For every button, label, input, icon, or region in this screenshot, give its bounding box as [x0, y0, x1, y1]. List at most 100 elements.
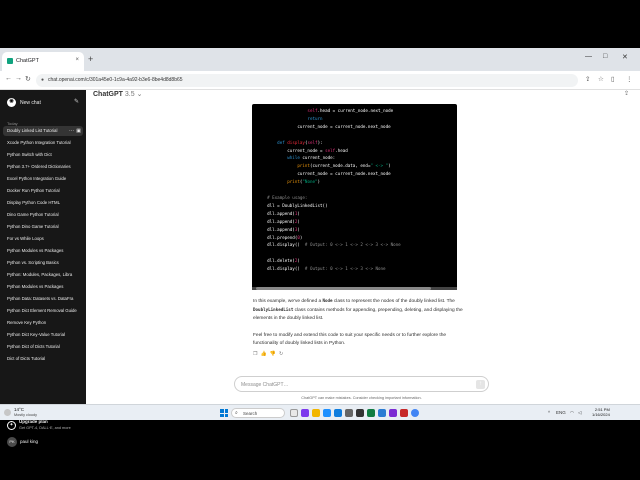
vscode-icon[interactable] — [378, 409, 386, 417]
taskview-icon[interactable] — [290, 409, 298, 417]
edge-icon[interactable] — [334, 409, 342, 417]
sidebar-history-item[interactable]: Python Dict Element Removal Guide — [3, 306, 83, 316]
sidebar-history-item[interactable]: Display Python Code HTML — [3, 198, 83, 208]
sidebar-history-item[interactable]: Python vs. Scripting Basics — [3, 258, 83, 268]
app-icon-9[interactable] — [389, 409, 397, 417]
sidebar-history-item[interactable]: Xcode Python Integration Tutorial — [3, 138, 83, 148]
history-item-label: Docker Run Python Tutorial — [7, 188, 60, 193]
clock[interactable]: 2:51 PM 1/16/2024 — [592, 407, 610, 417]
history-item-label: Python Dict Element Removal Guide — [7, 308, 77, 313]
browser-tab[interactable]: ChatGPT × — [2, 52, 84, 71]
bookmark-star-icon[interactable]: ☆ — [598, 75, 604, 83]
language-indicator[interactable]: ENG — [556, 410, 566, 415]
sidebar-history-item[interactable]: For vs While Loops — [3, 234, 83, 244]
message-input[interactable]: Message ChatGPT… — [241, 382, 289, 388]
history-item-label: Python Dict Key-Value Tutorial — [7, 332, 65, 337]
back-icon[interactable]: ← — [5, 75, 12, 82]
sidebar-history-item[interactable]: Python Modules vs Packages — [3, 282, 83, 292]
sidebar-history-item[interactable]: Python Dict of Dicts Tutorial — [3, 342, 83, 352]
code-text: self.head = current_node.next_node retur… — [267, 108, 401, 272]
sidebar-history-item[interactable]: Python Modules vs Packages — [3, 246, 83, 256]
windows-start-icon[interactable] — [220, 409, 228, 417]
maximize-icon[interactable]: □ — [603, 53, 607, 60]
sidebar-history-item[interactable]: Doubly Linked List Tutorial ··· ▣ — [3, 126, 83, 136]
sidebar-history-item[interactable]: Python Dict Key-Value Tutorial — [3, 330, 83, 340]
model-version: 3.5 — [124, 91, 135, 98]
sidebar-history-item[interactable]: Python Data: Datasets vs. DataFra — [3, 294, 83, 304]
upgrade-subtitle: Get GPT-4, DALL·E, and more — [19, 426, 71, 430]
weather-temp: 14°C — [14, 407, 25, 412]
more-options-icon[interactable]: ··· — [69, 126, 74, 136]
send-button[interactable]: ↑ — [476, 380, 485, 389]
sidebar-history-item[interactable]: Python 3.7+ Ordered Dictionaries — [3, 162, 83, 172]
wifi-icon[interactable]: ◠ — [570, 410, 574, 416]
sidebar-history-item[interactable]: Dict of Dicts Tutorial — [3, 354, 83, 364]
history-item-label: Remove Key Python — [7, 320, 47, 325]
tab-close-icon[interactable]: × — [75, 57, 79, 63]
edit-icon[interactable]: ✎ — [74, 98, 79, 105]
sidebar-history-item[interactable]: Docker Run Python Tutorial — [3, 186, 83, 196]
close-window-icon[interactable]: ✕ — [622, 53, 628, 61]
menu-kebab-icon[interactable]: ⋮ — [626, 75, 633, 83]
user-menu[interactable]: PK paul king — [4, 435, 82, 449]
lock-icon: ● — [41, 77, 45, 83]
para1-text-a: In this example, we've defined a — [253, 299, 323, 304]
minimize-icon[interactable]: — — [585, 53, 592, 60]
chrome-icon[interactable] — [411, 409, 419, 417]
history-item-label: Python Modules vs Packages — [7, 248, 64, 253]
volume-icon[interactable]: ◁ — [578, 410, 581, 416]
scrollbar-thumb[interactable] — [256, 287, 431, 290]
new-tab-button[interactable]: + — [88, 54, 93, 64]
file-explorer-icon[interactable] — [312, 409, 320, 417]
sidebar-history-item[interactable]: Excel Python Integration Guide — [3, 174, 83, 184]
sidebar-history-item[interactable]: Remove Key Python — [3, 318, 83, 328]
address-bar-row: ← → ↻ ● chat.openai.com/c/301a45e0-1c9a-… — [0, 71, 640, 90]
sparkle-icon: ✦ — [7, 421, 16, 430]
taskbar-search[interactable]: ⌕ Search — [231, 408, 285, 418]
history-item-label: For vs While Loops — [7, 236, 44, 241]
share-chat-icon[interactable]: ⇪ — [624, 90, 629, 97]
app-icon-3[interactable] — [323, 409, 331, 417]
app-icon-5[interactable] — [345, 409, 353, 417]
history-item-label: Python Modules vs Packages — [7, 284, 64, 289]
new-chat-label: New chat — [20, 100, 41, 106]
sidebar-history-item[interactable]: Dino Game Python Tutorial — [3, 210, 83, 220]
history-item-label: Python Data: Datasets vs. DataFra — [7, 296, 74, 301]
share-page-icon[interactable]: ⇪ — [585, 75, 590, 83]
model-selector[interactable]: ChatGPT 3.5 ⌄ — [93, 90, 142, 98]
history-item-label: Dict of Dicts Tutorial — [7, 356, 46, 361]
search-label: Search — [243, 411, 258, 416]
reload-icon[interactable]: ↻ — [25, 75, 31, 83]
app-icon-1[interactable] — [301, 409, 309, 417]
archive-icon[interactable]: ▣ — [76, 126, 81, 136]
sidebar: ✺ New chat ✎ Today Doubly Linked List Tu… — [0, 90, 86, 447]
app-icon-6[interactable] — [356, 409, 364, 417]
sidebar-history-item[interactable]: Python: Modules, Packages, Libra — [3, 270, 83, 280]
history-item-label: Python Dino Game Tutorial — [7, 224, 59, 229]
history-item-label: Python Dict of Dicts Tutorial — [7, 344, 60, 349]
sidebar-history-item[interactable]: Python Dino Game Tutorial — [3, 222, 83, 232]
browser-tab-strip: ChatGPT × + — □ ✕ — [0, 48, 640, 71]
sidepanel-icon[interactable]: ▯ — [611, 75, 615, 83]
new-chat-button[interactable]: ✺ New chat ✎ — [4, 95, 82, 111]
inline-code-dll: DoublyLinkedList — [253, 307, 294, 312]
message-actions: ❐👍👎↻ — [253, 351, 286, 357]
thumbs-down-icon[interactable]: 👎 — [270, 351, 279, 357]
user-name: paul king — [20, 439, 39, 444]
model-name: ChatGPT — [93, 91, 123, 98]
excel-icon[interactable] — [367, 409, 375, 417]
thumbs-up-icon[interactable]: 👍 — [260, 351, 269, 357]
forward-icon[interactable]: → — [15, 75, 22, 82]
sidebar-history-item[interactable]: Python Switch with Dict — [3, 150, 83, 160]
cloud-icon — [4, 409, 11, 416]
url-bar[interactable]: ● chat.openai.com/c/301a45e0-1c9a-4a92-b… — [36, 74, 578, 87]
app-icon-10[interactable] — [400, 409, 408, 417]
code-horizontal-scrollbar[interactable] — [252, 287, 457, 290]
upgrade-plan-button[interactable]: ✦ Upgrade plan Get GPT-4, DALL·E, and mo… — [4, 418, 82, 434]
regenerate-icon[interactable]: ↻ — [279, 351, 286, 357]
message-composer[interactable]: Message ChatGPT… ↑ — [234, 376, 489, 392]
tray-chevron-icon[interactable]: ^ — [548, 410, 550, 415]
url-text: chat.openai.com/c/301a45e0-1c9a-4a92-b3e… — [48, 77, 183, 83]
history-item-label: Python 3.7+ Ordered Dictionaries — [7, 164, 71, 169]
history-item-label: Python: Modules, Packages, Libra — [7, 272, 73, 277]
